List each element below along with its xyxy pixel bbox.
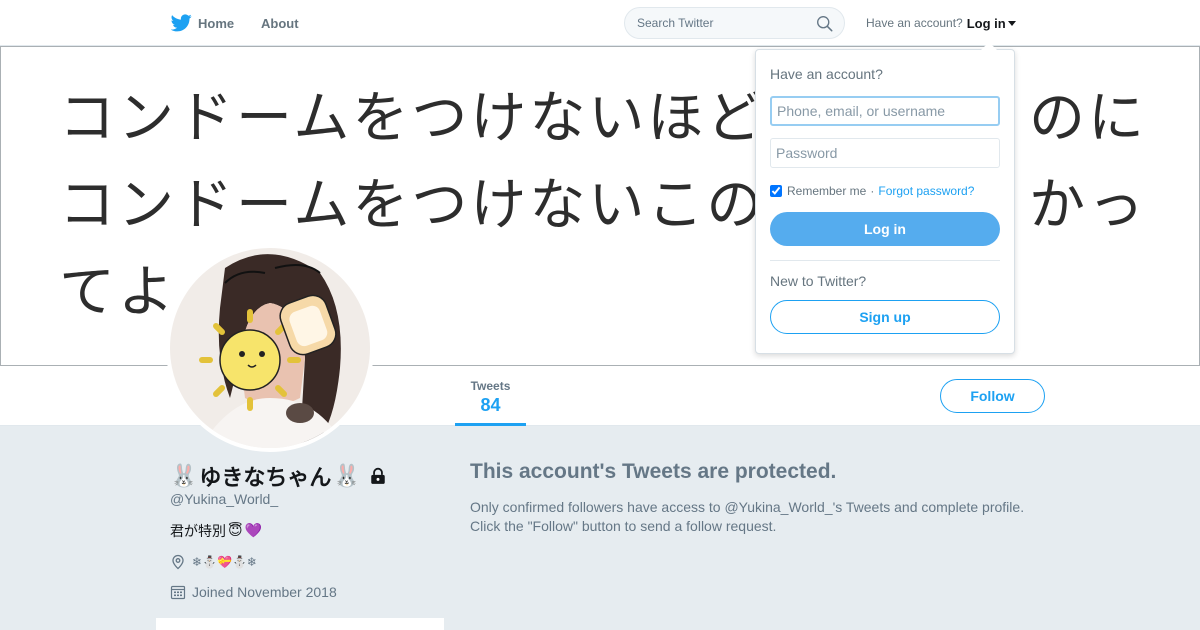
profile-bio: 君が特別 😇 💜 <box>170 521 262 541</box>
login-dropdown-toggle[interactable]: Log in <box>967 16 1016 31</box>
protected-title: This account's Tweets are protected. <box>470 460 837 483</box>
search-icon[interactable] <box>816 15 833 32</box>
signup-button[interactable]: Sign up <box>770 300 1000 334</box>
separator-dot: · <box>870 184 875 198</box>
banner-text-line-1: コンドームをつけないほど好 <box>59 86 825 151</box>
bio-emoji-angel: 😇 <box>228 523 243 539</box>
profile-location: ❄⛄💝⛄❄ <box>170 554 257 570</box>
dropdown-divider <box>770 260 1000 261</box>
search-input[interactable] <box>637 8 812 38</box>
tweets-stat-value: 84 <box>480 395 501 415</box>
password-field[interactable] <box>770 138 1000 168</box>
account-login-area: Have an account? Log in <box>866 0 1016 46</box>
tweets-stat-tab[interactable]: Tweets 84 <box>455 366 526 426</box>
location-text: ❄⛄💝⛄❄ <box>192 555 257 569</box>
dropdown-arrow <box>981 42 997 50</box>
banner-text-line-3: てよ <box>59 260 177 325</box>
bunny-emoji-left: 🐰 <box>170 463 198 489</box>
sidebar-card <box>156 618 444 630</box>
protected-description: Only confirmed followers have access to … <box>470 499 1025 534</box>
profile-name: 🐰 ゆきなちゃん 🐰 <box>170 460 387 492</box>
username-field[interactable] <box>770 96 1000 126</box>
joined-text: Joined November 2018 <box>192 584 337 600</box>
caret-down-icon <box>1007 21 1016 26</box>
dropdown-heading: Have an account? <box>770 66 883 82</box>
profile-joined-date: Joined November 2018 <box>170 584 337 600</box>
forgot-password-link[interactable]: Forgot password? <box>878 184 974 198</box>
avatar-image <box>170 248 370 448</box>
new-to-twitter-heading: New to Twitter? <box>770 273 867 289</box>
lock-icon <box>371 467 385 484</box>
bio-text: 君が特別 <box>170 523 226 539</box>
top-navigation: Home About Have an account? Log in <box>0 0 1200 46</box>
login-toggle-label: Log in <box>966 15 1006 31</box>
location-icon <box>172 554 184 570</box>
profile-handle[interactable]: @Yukina_World_ <box>170 491 278 507</box>
avatar[interactable] <box>166 244 374 452</box>
nav-about-link[interactable]: About <box>261 0 299 46</box>
nav-home-link[interactable]: Home <box>171 0 234 46</box>
profile-name-text: ゆきなちゃん <box>199 465 332 490</box>
have-account-text: Have an account? <box>866 16 963 30</box>
twitter-bird-icon <box>171 14 192 32</box>
follow-button[interactable]: Follow <box>940 379 1045 413</box>
login-button[interactable]: Log in <box>770 212 1000 246</box>
banner-text-fragment-1: のに <box>1029 86 1147 151</box>
tweets-stat-label: Tweets <box>470 379 511 393</box>
banner-text-line-2: コンドームをつけないこの気 <box>59 173 825 238</box>
remember-me-row: Remember me · Forgot password? <box>770 184 974 198</box>
remember-me-checkbox[interactable] <box>770 185 782 197</box>
calendar-icon <box>170 585 186 600</box>
search-box <box>624 7 845 39</box>
bunny-emoji-right: 🐰 <box>333 463 361 489</box>
banner-text-fragment-2: かっ <box>1029 173 1147 238</box>
nav-home-label: Home <box>198 15 235 31</box>
login-dropdown: Have an account? Remember me · Forgot pa… <box>755 42 1015 354</box>
remember-me-label: Remember me <box>787 184 867 198</box>
bio-emoji-heart: 💜 <box>244 523 263 539</box>
